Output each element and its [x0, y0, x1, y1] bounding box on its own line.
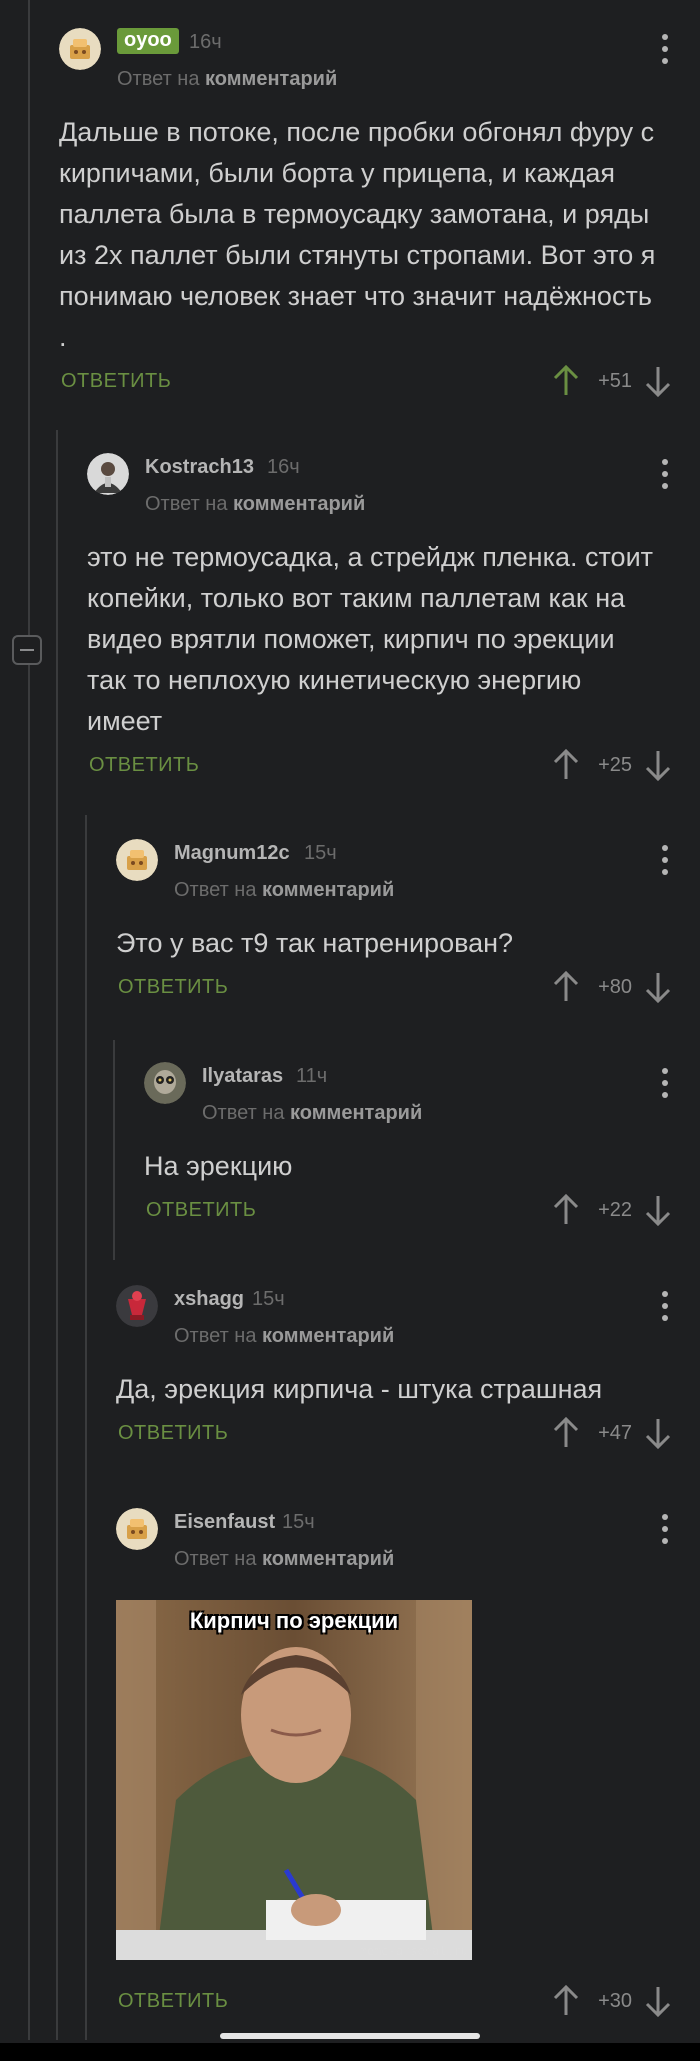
reply-to-link[interactable]: комментарий: [233, 493, 365, 515]
upvote-arrow-icon[interactable]: [552, 364, 580, 398]
meme-watermark: meme-arsenal.ru: [359, 1944, 468, 1958]
upvote-arrow-icon[interactable]: [552, 1416, 580, 1450]
author-name[interactable]: Magnum12c: [174, 842, 290, 865]
comment-kostrach13: Kostrach13 16ч Ответ на комментарий это …: [87, 453, 700, 792]
author-name[interactable]: Ilyataras: [202, 1065, 283, 1088]
thread-line-level-0: [28, 0, 30, 2040]
reply-button[interactable]: ОТВЕТИТЬ: [118, 1990, 228, 2013]
upvote-arrow-icon[interactable]: [552, 970, 580, 1004]
comment-eisenfaust: Eisenfaust 15ч Ответ на комментарий Кирп…: [116, 1508, 700, 2028]
author-name[interactable]: Kostrach13: [145, 456, 254, 479]
collapse-thread-button[interactable]: [12, 635, 42, 665]
comment-score: +22: [598, 1199, 632, 1221]
comment-time: 15ч: [304, 842, 337, 864]
author-name[interactable]: Eisenfaust: [174, 1511, 275, 1534]
avatar-icon[interactable]: [144, 1062, 186, 1104]
reply-to-label: Ответ на комментарий: [174, 1325, 395, 1347]
reply-to-link[interactable]: комментарий: [262, 1325, 394, 1347]
comment-score: +47: [598, 1422, 632, 1444]
system-navigation-bar: [0, 2043, 700, 2061]
comment-text: это не термоусадка, а стрейдж пленка. ст…: [87, 542, 654, 736]
reply-button[interactable]: ОТВЕТИТЬ: [146, 1199, 256, 1222]
comment-time: 16ч: [267, 456, 300, 478]
meme-caption: Кирпич по эрекции: [189, 1608, 399, 1633]
reply-to-label: Ответ на комментарий: [174, 1548, 395, 1570]
reply-to-label: Ответ на комментарий: [202, 1102, 423, 1124]
downvote-arrow-icon[interactable]: [644, 1416, 672, 1450]
reply-button[interactable]: ОТВЕТИТЬ: [61, 370, 171, 393]
author-name[interactable]: oyoo: [117, 28, 179, 54]
comment-score: +30: [598, 1990, 632, 2012]
thread-line-level-1: [56, 430, 58, 2040]
comment-text: Это у вас т9 так натренирован?: [116, 928, 514, 958]
reply-to-label: Ответ на комментарий: [145, 493, 366, 515]
downvote-arrow-icon[interactable]: [644, 970, 672, 1004]
avatar-icon[interactable]: [59, 28, 101, 70]
upvote-arrow-icon[interactable]: [552, 748, 580, 782]
reply-button[interactable]: ОТВЕТИТЬ: [89, 754, 199, 777]
reply-button[interactable]: ОТВЕТИТЬ: [118, 976, 228, 999]
thread-line-level-3: [113, 1040, 115, 1260]
reply-to-link[interactable]: комментарий: [262, 1548, 394, 1570]
comment-time: 15ч: [252, 1288, 285, 1310]
more-menu-icon[interactable]: [660, 1291, 670, 1321]
more-menu-icon[interactable]: [660, 845, 670, 875]
more-menu-icon[interactable]: [660, 459, 670, 489]
downvote-arrow-icon[interactable]: [644, 1984, 672, 2018]
comment-text: На эрекцию: [144, 1151, 293, 1181]
comment-time: 11ч: [296, 1065, 328, 1087]
upvote-arrow-icon[interactable]: [552, 1984, 580, 2018]
home-indicator[interactable]: [220, 2033, 480, 2039]
comment-ilyataras: Ilyataras 11ч Ответ на комментарий На эр…: [144, 1062, 700, 1237]
reply-to-link[interactable]: комментарий: [262, 879, 394, 901]
comment-oyoo: oyoo 16ч Ответ на комментарий Дальше в п…: [59, 28, 700, 408]
reply-to-link[interactable]: комментарий: [205, 68, 337, 90]
avatar-icon[interactable]: [116, 839, 158, 881]
reply-to-link[interactable]: комментарий: [290, 1102, 422, 1124]
avatar-icon[interactable]: [116, 1508, 158, 1550]
comment-text: Дальше в потоке, после пробки обгонял фу…: [59, 117, 656, 352]
downvote-arrow-icon[interactable]: [644, 1193, 672, 1227]
downvote-arrow-icon[interactable]: [644, 364, 672, 398]
comment-xshagg: xshagg 15ч Ответ на комментарий Да, эрек…: [116, 1285, 700, 1460]
thread-line-level-2: [85, 815, 87, 2040]
comment-magnum12c: Magnum12c 15ч Ответ на комментарий Это у…: [116, 839, 700, 1014]
downvote-arrow-icon[interactable]: [644, 748, 672, 782]
avatar-icon[interactable]: [87, 453, 129, 495]
more-menu-icon[interactable]: [660, 1068, 670, 1098]
more-menu-icon[interactable]: [660, 34, 670, 64]
avatar-icon[interactable]: [116, 1285, 158, 1327]
upvote-arrow-icon[interactable]: [552, 1193, 580, 1227]
comment-score: +51: [598, 370, 632, 392]
reply-to-label: Ответ на комментарий: [117, 68, 338, 90]
reply-button[interactable]: ОТВЕТИТЬ: [118, 1422, 228, 1445]
more-menu-icon[interactable]: [660, 1514, 670, 1544]
comment-score: +80: [598, 976, 632, 998]
comment-text: Да, эрекция кирпича - штука страшная: [116, 1374, 603, 1404]
reply-to-label: Ответ на комментарий: [174, 879, 395, 901]
comment-time: 16ч: [189, 31, 222, 53]
comment-time: 15ч: [282, 1511, 315, 1533]
comment-meme-image[interactable]: Кирпич по эрекции meme-arsenal.ru: [116, 1600, 472, 1960]
author-name[interactable]: xshagg: [174, 1288, 244, 1311]
comment-score: +25: [598, 754, 632, 776]
